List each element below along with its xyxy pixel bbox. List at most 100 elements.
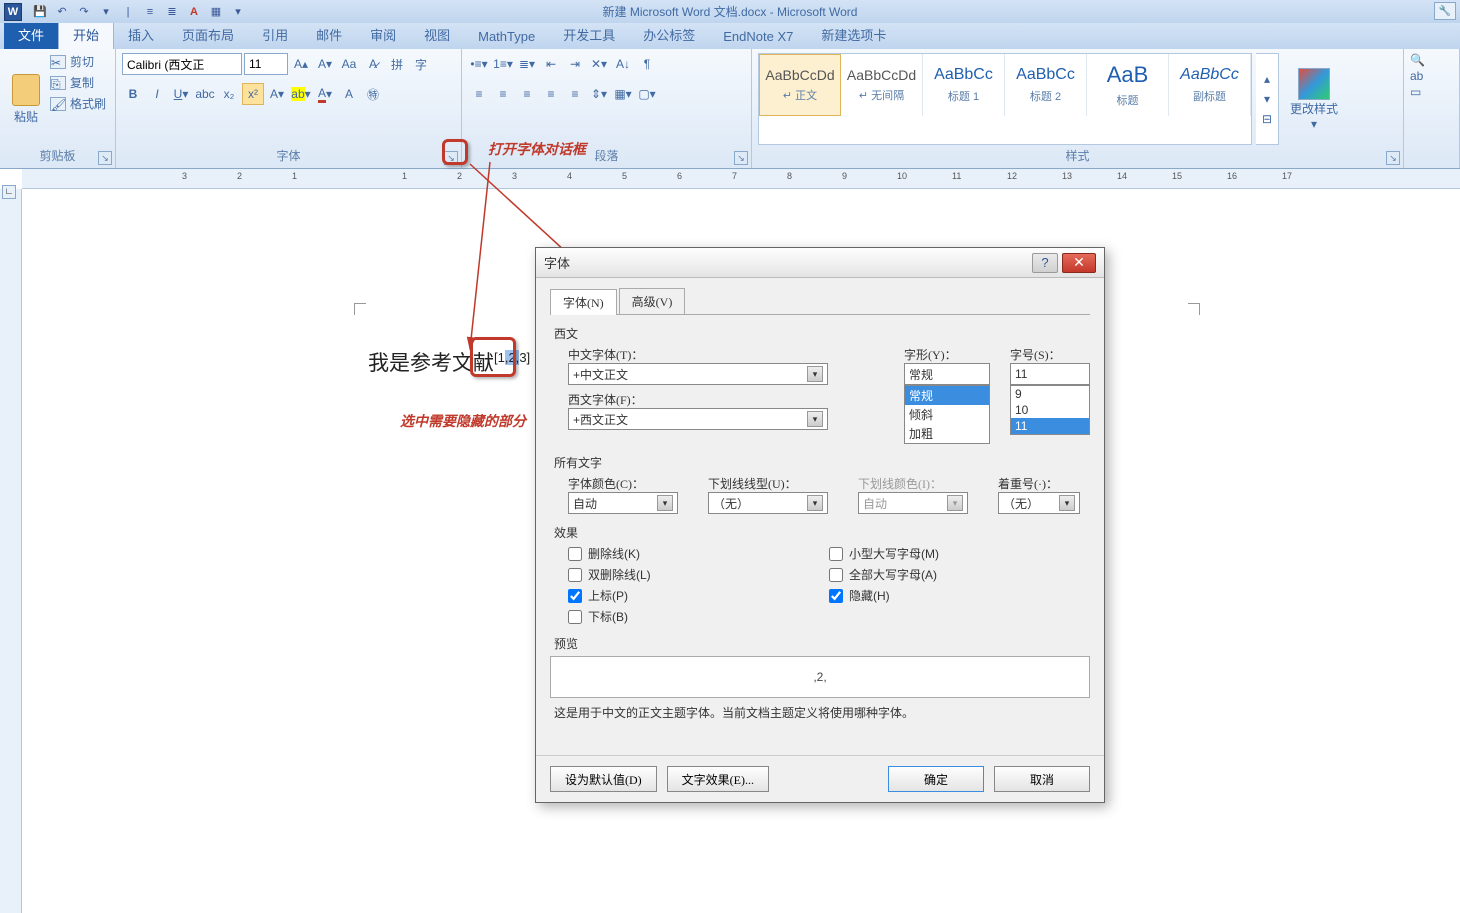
phonetic-icon[interactable]: 拼 [386,53,408,75]
tab-insert[interactable]: 插入 [114,20,168,49]
sort-icon[interactable]: A↓ [612,53,634,75]
underline-combo[interactable]: （无）▾ [708,492,828,514]
emphasis-combo[interactable]: （无）▾ [998,492,1080,514]
clipboard-launcher-icon[interactable]: ↘ [98,151,112,165]
tab-officetab[interactable]: 办公标签 [629,20,709,49]
tab-file[interactable]: 文件 [4,20,58,49]
tab-mail[interactable]: 邮件 [302,20,356,49]
style-h2[interactable]: AaBbCc标题 2 [1005,54,1087,116]
style-listbox[interactable]: 常规 倾斜 加粗 [904,385,990,444]
size-input[interactable]: 11 [1010,363,1090,385]
multilevel-icon[interactable]: ≣▾ [516,53,538,75]
border-char-icon[interactable]: 字 [410,53,432,75]
tab-new[interactable]: 新建选项卡 [807,20,900,49]
shading-icon[interactable]: ▦▾ [612,83,634,105]
dialog-tab-font[interactable]: 字体(N) [550,289,617,315]
chk-dstrike[interactable]: 双删除线(L) [568,566,829,583]
style-title[interactable]: AaB标题 [1087,54,1169,116]
qat-more-icon[interactable]: ▾ [96,3,116,21]
align-center-icon[interactable]: ≣ [162,3,182,21]
strike-icon[interactable]: abc [194,83,216,105]
tab-mathtype[interactable]: MathType [464,24,549,49]
shrink-font-icon[interactable]: A▾ [314,53,336,75]
btn-set-default[interactable]: 设为默认值(D) [550,766,657,792]
help-button[interactable]: ? [1032,253,1058,273]
styles-launcher-icon[interactable]: ↘ [1386,151,1400,165]
indent-inc-icon[interactable]: ⇥ [564,53,586,75]
paste-button[interactable]: 粘贴 [6,53,46,145]
size-listbox[interactable]: 9 10 11 [1010,385,1090,435]
font-size-combo[interactable]: 11 [244,53,288,75]
grow-font-icon[interactable]: A▴ [290,53,312,75]
vertical-ruler[interactable] [0,189,22,913]
tab-endnote[interactable]: EndNote X7 [709,24,807,49]
tab-selector-icon[interactable]: ∟ [2,185,16,199]
tab-dev[interactable]: 开发工具 [549,20,629,49]
superscript-icon[interactable]: x² [242,83,264,105]
enclose-char-icon[interactable]: ㊕ [362,83,384,105]
clear-format-icon[interactable]: A̷ [362,53,384,75]
chk-hidden[interactable]: 隐藏(H) [829,587,1090,604]
chk-strike[interactable]: 删除线(K) [568,545,829,562]
styles-gallery[interactable]: AaBbCcDd↵ 正文 AaBbCcDd↵ 无间隔 AaBbCc标题 1 Aa… [758,53,1252,145]
underline-icon[interactable]: U▾ [170,83,192,105]
style-nospace[interactable]: AaBbCcDd↵ 无间隔 [841,54,923,116]
distributed-icon[interactable]: ≡ [564,83,586,105]
change-case-icon[interactable]: Aa [338,53,360,75]
tab-view[interactable]: 视图 [410,20,464,49]
italic-icon[interactable]: I [146,83,168,105]
undo-icon[interactable]: ↶ [52,3,72,21]
char-shading-icon[interactable]: A [338,83,360,105]
align-left-icon[interactable]: ≡ [140,3,160,21]
gallery-up-icon[interactable]: ▴ [1256,69,1278,89]
font-color-combo[interactable]: 自动▾ [568,492,678,514]
indent-dec-icon[interactable]: ⇤ [540,53,562,75]
show-marks-icon[interactable]: ¶ [636,53,658,75]
tab-refs[interactable]: 引用 [248,20,302,49]
chk-super[interactable]: 上标(P) [568,587,829,604]
font-name-combo[interactable]: Calibri (西文正 [122,53,242,75]
justify-icon[interactable]: ≡ [540,83,562,105]
align-right-icon[interactable]: ≡ [516,83,538,105]
west-font-combo[interactable]: +西文正文▾ [568,408,828,430]
chk-smallcaps[interactable]: 小型大写字母(M) [829,545,1090,562]
line-spacing-icon[interactable]: ⇕▾ [588,83,610,105]
find-button[interactable]: 🔍 [1410,53,1453,67]
bold-icon[interactable]: B [122,83,144,105]
gallery-more-icon[interactable]: ⊟ [1256,109,1278,129]
borders-icon[interactable]: ▢▾ [636,83,658,105]
format-painter-button[interactable]: 🖌格式刷 [50,95,106,112]
close-button[interactable]: ✕ [1062,253,1096,273]
btn-cancel[interactable]: 取消 [994,766,1090,792]
chk-allcaps[interactable]: 全部大写字母(A) [829,566,1090,583]
font-color-icon[interactable]: A [184,3,204,21]
change-styles-button[interactable]: 更改样式 ▾ [1283,53,1345,145]
numbering-icon[interactable]: 1≡▾ [492,53,514,75]
redo-icon[interactable]: ↷ [74,3,94,21]
align-left-icon[interactable]: ≡ [468,83,490,105]
text-effects-icon[interactable]: A▾ [266,83,288,105]
gallery-down-icon[interactable]: ▾ [1256,89,1278,109]
tab-review[interactable]: 审阅 [356,20,410,49]
bullets-icon[interactable]: •≡▾ [468,53,490,75]
save-icon[interactable]: 💾 [30,3,50,21]
horizontal-ruler[interactable]: 3211234567891011121314151617 [22,169,1460,189]
chk-sub[interactable]: 下标(B) [568,608,829,625]
copy-button[interactable]: ⎘复制 [50,74,106,91]
font-color-icon[interactable]: A▾ [314,83,336,105]
style-normal[interactable]: AaBbCcDd↵ 正文 [759,54,841,116]
dialog-title-bar[interactable]: 字体 ? ✕ [536,248,1104,278]
dialog-tab-advanced[interactable]: 高级(V) [619,288,686,314]
asian-layout-icon[interactable]: ✕▾ [588,53,610,75]
style-h1[interactable]: AaBbCc标题 1 [923,54,1005,116]
tab-home[interactable]: 开始 [58,19,114,49]
btn-ok[interactable]: 确定 [888,766,984,792]
table-icon[interactable]: ▦ [206,3,226,21]
qat-customize-icon[interactable]: ▾ [228,3,248,21]
align-center-icon[interactable]: ≡ [492,83,514,105]
wrench-icon[interactable]: 🔧 [1434,2,1456,20]
cut-button[interactable]: ✂剪切 [50,53,106,70]
style-input[interactable]: 常规 [904,363,990,385]
btn-text-effects[interactable]: 文字效果(E)... [667,766,769,792]
subscript-icon[interactable]: x₂ [218,83,240,105]
